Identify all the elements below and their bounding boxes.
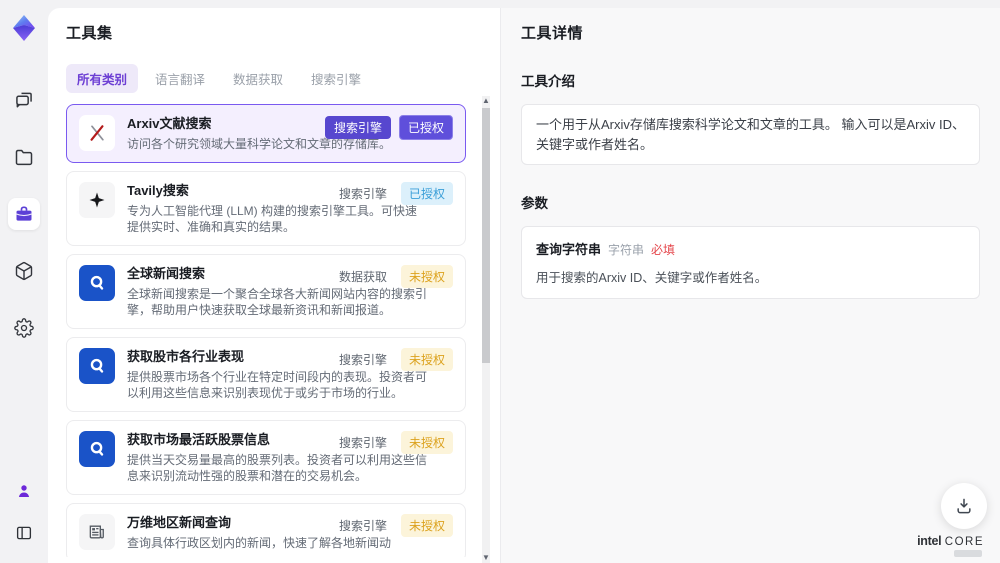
params-heading: 参数: [521, 196, 548, 211]
intel-core-badge: intel CORE: [917, 534, 984, 557]
app-logo-icon[interactable]: [11, 14, 37, 42]
param-description: 用于搜索的Arxiv ID、关键字或作者姓名。: [536, 271, 768, 285]
tool-card-global-news[interactable]: 全球新闻搜索 全球新闻搜索是一个聚合全球各大新闻网站内容的搜索引擎，帮助用户快速…: [66, 254, 466, 329]
tool-status-badge: 未授权: [400, 348, 453, 371]
sidebar-bottom: [8, 475, 40, 563]
sidebar-item-files[interactable]: [8, 141, 40, 173]
tab-language-translation[interactable]: 语言翻译: [144, 64, 216, 93]
category-tabs: 所有类别 语言翻译 数据获取 搜索引擎: [66, 64, 500, 93]
tool-category-badge: 搜索引擎: [338, 187, 387, 201]
intro-text: 一个用于从Arxiv存储库搜索科学论文和文章的工具。 输入可以是Arxiv ID…: [536, 117, 966, 152]
magnifier-icon: [79, 431, 115, 467]
gear-icon: [14, 318, 34, 338]
scroll-up-icon[interactable]: ▲: [482, 96, 490, 106]
sidebar-nav: [8, 84, 40, 344]
sidebar-item-tools[interactable]: [8, 198, 40, 230]
sparkle-star-icon: [79, 182, 115, 218]
sidebar-item-packages[interactable]: [8, 255, 40, 287]
tool-card-sector-performance[interactable]: 获取股市各行业表现 提供股票市场各个行业在特定时间段内的表现。投资者可以利用这些…: [66, 337, 466, 412]
briefcase-icon: [16, 206, 32, 221]
sidebar-item-chat[interactable]: [8, 84, 40, 116]
sidebar-item-settings[interactable]: [8, 312, 40, 344]
tool-description: 提供当天交易量最高的股票列表。投资者可以利用这些信息来识别流动性强的股票和潜在的…: [127, 453, 428, 483]
core-logo-text: CORE: [944, 536, 984, 548]
tool-category-badge: 搜索引擎: [338, 519, 387, 533]
param-box: 查询字符串 字符串 必填 用于搜索的Arxiv ID、关键字或作者姓名。: [521, 226, 980, 299]
collapse-panel-button[interactable]: [8, 517, 40, 549]
user-avatar[interactable]: [8, 475, 40, 507]
tool-description: 提供股票市场各个行业在特定时间段内的表现。投资者可以利用这些信息来识别表现优于或…: [127, 370, 428, 400]
tab-search-engine[interactable]: 搜索引擎: [300, 64, 372, 93]
download-icon: [957, 498, 971, 514]
tool-card-arxiv[interactable]: Arxiv文献搜索 访问各个研究领域大量科学论文和文章的存储库。 搜索引擎 已授…: [66, 104, 466, 163]
tools-list-panel: 工具集 所有类别 语言翻译 数据获取 搜索引擎 Arxiv文献搜索 访问各个研究…: [48, 8, 500, 563]
tool-status-badge: 已授权: [398, 115, 453, 140]
intel-logo-text: intel: [917, 534, 942, 548]
app-window: 工具集 所有类别 语言翻译 数据获取 搜索引擎 Arxiv文献搜索 访问各个研究…: [0, 0, 1000, 563]
tool-detail-panel: 工具详情 工具介绍 一个用于从Arxiv存储库搜索科学论文和文章的工具。 输入可…: [500, 8, 1000, 563]
tool-description: 查询具体行政区划内的新闻，快速了解各地新闻动: [127, 536, 392, 550]
magnifier-icon: [79, 265, 115, 301]
cube-icon: [15, 261, 33, 281]
intro-box: 一个用于从Arxiv存储库搜索科学论文和文章的工具。 输入可以是Arxiv ID…: [521, 104, 980, 165]
newspaper-icon: [79, 514, 115, 550]
param-name: 查询字符串: [536, 242, 602, 257]
detail-title: 工具详情: [521, 25, 584, 42]
tool-description: 全球新闻搜索是一个聚合全球各大新闻网站内容的搜索引擎，帮助用户快速获取全球最新资…: [127, 287, 428, 317]
tool-category-badge: 搜索引擎: [338, 436, 387, 450]
intel-sub-mark: [954, 550, 982, 557]
tool-card-most-active-stocks[interactable]: 获取市场最活跃股票信息 提供当天交易量最高的股票列表。投资者可以利用这些信息来识…: [66, 420, 466, 495]
tool-status-badge: 未授权: [400, 514, 453, 537]
download-button[interactable]: [941, 483, 987, 529]
page-title: 工具集: [66, 25, 113, 42]
tool-category-badge: 搜索引擎: [324, 116, 391, 139]
intro-heading: 工具介绍: [521, 74, 575, 89]
chat-icon: [16, 92, 32, 108]
list-scrollbar[interactable]: ▲ ▼: [482, 96, 490, 563]
param-required-badge: 必填: [651, 243, 676, 257]
magnifier-icon: [79, 348, 115, 384]
tool-status-badge: 未授权: [400, 431, 453, 454]
folder-icon: [15, 149, 33, 166]
scroll-down-icon[interactable]: ▼: [482, 553, 490, 563]
tab-data-fetch[interactable]: 数据获取: [222, 64, 294, 93]
arxiv-logo-icon: [79, 115, 115, 151]
tool-card-regional-news[interactable]: 万维地区新闻查询 查询具体行政区划内的新闻，快速了解各地新闻动 搜索引擎 未授权: [66, 503, 466, 557]
user-icon: [18, 485, 30, 497]
param-type: 字符串: [608, 243, 645, 257]
sidebar: [0, 0, 48, 563]
scrollbar-thumb[interactable]: [482, 108, 490, 363]
panel-layout-icon: [16, 526, 32, 540]
tool-status-badge: 未授权: [400, 265, 453, 288]
tools-list: Arxiv文献搜索 访问各个研究领域大量科学论文和文章的存储库。 搜索引擎 已授…: [66, 104, 500, 557]
tool-status-badge: 已授权: [400, 182, 453, 205]
tool-card-tavily[interactable]: Tavily搜索 专为人工智能代理 (LLM) 构建的搜索引擎工具。可快速提供实…: [66, 171, 466, 246]
tool-category-badge: 搜索引擎: [338, 353, 387, 367]
tool-category-badge: 数据获取: [338, 270, 387, 284]
tab-all-categories[interactable]: 所有类别: [66, 64, 139, 93]
tool-description: 专为人工智能代理 (LLM) 构建的搜索引擎工具。可快速提供实时、准确和真实的结…: [127, 204, 418, 234]
